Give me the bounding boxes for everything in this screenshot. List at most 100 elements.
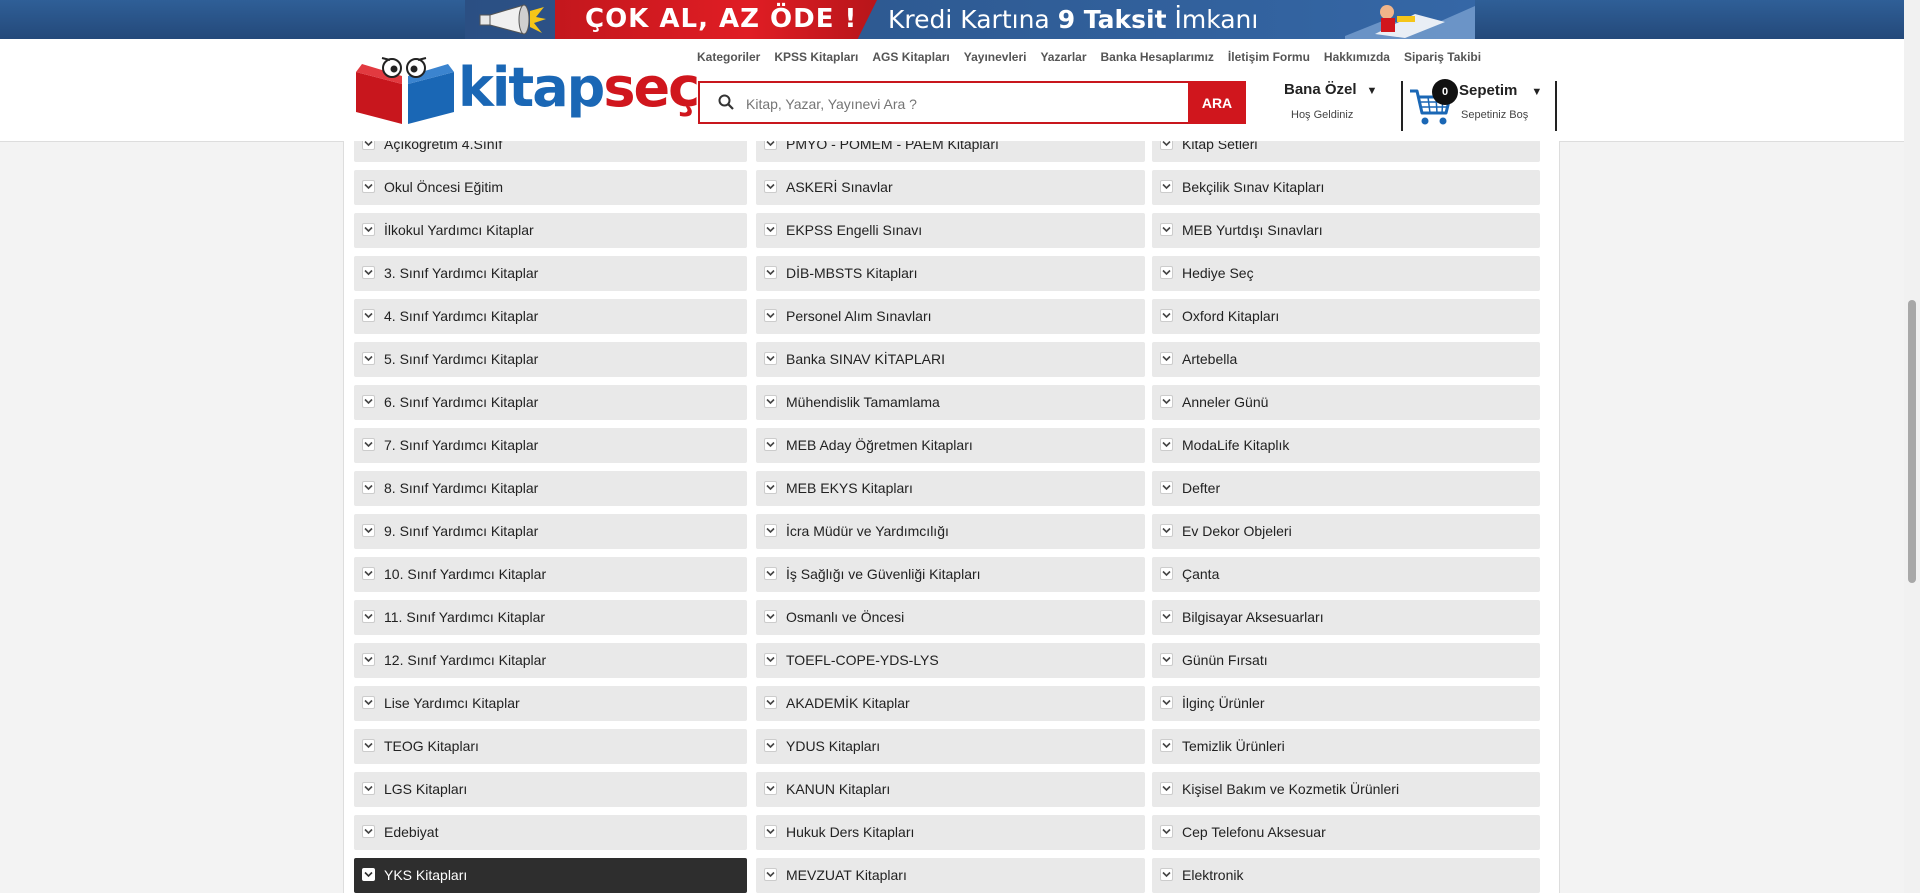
category-item[interactable]: 3. Sınıf Yardımcı Kitaplar: [354, 256, 747, 291]
category-item[interactable]: PMYO - POMEM - PAEM Kitapları: [756, 141, 1145, 162]
chevron-down-icon: [362, 868, 375, 881]
chevron-down-icon: [1160, 653, 1173, 666]
category-item[interactable]: Okul Öncesi Eğitim: [354, 170, 747, 205]
category-item[interactable]: Temizlik Ürünleri: [1152, 729, 1540, 764]
nav-iletisim[interactable]: İletişim Formu: [1228, 50, 1310, 64]
category-item[interactable]: Lise Yardımcı Kitaplar: [354, 686, 747, 721]
chevron-down-icon: [764, 180, 777, 193]
promo-banner[interactable]: ÇOK AL, AZ ÖDE ! Kredi Kartına 9 Taksit …: [0, 0, 1920, 39]
nav-hakkimizda[interactable]: Hakkımızda: [1324, 50, 1390, 64]
category-item[interactable]: MEB Aday Öğretmen Kitapları: [756, 428, 1145, 463]
category-item[interactable]: Hediye Seç: [1152, 256, 1540, 291]
chevron-down-icon: [764, 868, 777, 881]
category-label: Anneler Günü: [1182, 394, 1269, 410]
chevron-down-icon: [362, 266, 375, 279]
category-list: Açıköğretim 4.Sınıf Okul Öncesi Eğitim İlk…: [343, 141, 1560, 893]
site-logo[interactable]: kitapseç: [352, 54, 700, 126]
category-item[interactable]: KANUN Kitapları: [756, 772, 1145, 807]
category-item[interactable]: Oxford Kitapları: [1152, 299, 1540, 334]
page-scrollbar[interactable]: [1904, 0, 1920, 893]
category-item[interactable]: 12. Sınıf Yardımcı Kitaplar: [354, 643, 747, 678]
category-item[interactable]: EKPSS Engelli Sınavı: [756, 213, 1145, 248]
category-item[interactable]: 10. Sınıf Yardımcı Kitaplar: [354, 557, 747, 592]
category-label: MEB EKYS Kitapları: [786, 480, 913, 496]
book-logo-icon: [356, 57, 454, 124]
category-item[interactable]: AKADEMİK Kitaplar: [756, 686, 1145, 721]
category-item[interactable]: Kitap Setleri: [1152, 141, 1540, 162]
scrollbar-thumb[interactable]: [1908, 300, 1916, 583]
category-item[interactable]: 11. Sınıf Yardımcı Kitaplar: [354, 600, 747, 635]
category-item[interactable]: YDUS Kitapları: [756, 729, 1145, 764]
category-label: Elektronik: [1182, 867, 1244, 883]
category-item[interactable]: ModaLife Kitaplık: [1152, 428, 1540, 463]
category-item[interactable]: İlginç Ürünler: [1152, 686, 1540, 721]
category-item[interactable]: İlkokul Yardımcı Kitaplar: [354, 213, 747, 248]
category-item[interactable]: MEB EKYS Kitapları: [756, 471, 1145, 506]
category-label: LGS Kitapları: [384, 781, 468, 797]
category-item[interactable]: Açıköğretim 4.Sınıf: [354, 141, 747, 162]
chevron-down-icon: [1160, 309, 1173, 322]
category-label: İlkokul Yardımcı Kitaplar: [384, 222, 534, 238]
caret-down-icon: ▼: [1366, 85, 1378, 97]
nav-kategoriler[interactable]: Kategoriler: [697, 50, 760, 64]
category-item[interactable]: Edebiyat: [354, 815, 747, 850]
category-item[interactable]: 5. Sınıf Yardımcı Kitaplar: [354, 342, 747, 377]
chevron-down-icon: [362, 141, 375, 150]
category-item[interactable]: YKS Kitapları: [354, 858, 747, 893]
nav-kpss[interactable]: KPSS Kitapları: [774, 50, 858, 64]
chevron-down-icon: [1160, 352, 1173, 365]
category-item[interactable]: Banka SINAV KİTAPLARI: [756, 342, 1145, 377]
category-item[interactable]: Kişisel Bakım ve Kozmetik Ürünleri: [1152, 772, 1540, 807]
category-item[interactable]: DİB-MBSTS Kitapları: [756, 256, 1145, 291]
category-item[interactable]: Bekçilik Sınav Kitapları: [1152, 170, 1540, 205]
category-item[interactable]: Hukuk Ders Kitapları: [756, 815, 1145, 850]
category-item[interactable]: Cep Telefonu Aksesuar: [1152, 815, 1540, 850]
category-item[interactable]: TEOG Kitapları: [354, 729, 747, 764]
nav-yazarlar[interactable]: Yazarlar: [1040, 50, 1086, 64]
search-input[interactable]: [744, 83, 1188, 124]
nav-ags[interactable]: AGS Kitapları: [872, 50, 949, 64]
category-item[interactable]: Anneler Günü: [1152, 385, 1540, 420]
category-item[interactable]: Defter: [1152, 471, 1540, 506]
category-item[interactable]: Artebella: [1152, 342, 1540, 377]
category-item[interactable]: LGS Kitapları: [354, 772, 747, 807]
account-menu[interactable]: Bana Özel ▼ Hoş Geldiniz: [1284, 81, 1394, 121]
category-label: Bilgisayar Aksesuarları: [1182, 609, 1324, 625]
nav-banka-hesaplari[interactable]: Banka Hesaplarımız: [1101, 50, 1214, 64]
search-button[interactable]: ARA: [1188, 81, 1246, 124]
nav-yayinevleri[interactable]: Yayınevleri: [964, 50, 1027, 64]
category-item[interactable]: Bilgisayar Aksesuarları: [1152, 600, 1540, 635]
category-item[interactable]: Ev Dekor Objeleri: [1152, 514, 1540, 549]
category-label: MEB Aday Öğretmen Kitapları: [786, 437, 973, 453]
category-item[interactable]: 9. Sınıf Yardımcı Kitaplar: [354, 514, 747, 549]
nav-siparis-takibi[interactable]: Sipariş Takibi: [1404, 50, 1481, 64]
category-item[interactable]: 8. Sınıf Yardımcı Kitaplar: [354, 471, 747, 506]
chevron-down-icon: [764, 481, 777, 494]
chevron-down-icon: [362, 696, 375, 709]
megaphone-icon: [479, 4, 546, 35]
category-label: DİB-MBSTS Kitapları: [786, 265, 918, 281]
chevron-down-icon: [1160, 141, 1173, 150]
category-item[interactable]: İcra Müdür ve Yardımcılığı: [756, 514, 1145, 549]
category-label: Bekçilik Sınav Kitapları: [1182, 179, 1325, 195]
category-item[interactable]: TOEFL-COPE-YDS-LYS: [756, 643, 1145, 678]
category-item[interactable]: MEB Yurtdışı Sınavları: [1152, 213, 1540, 248]
category-item[interactable]: Mühendislik Tamamlama: [756, 385, 1145, 420]
account-subtitle: Hoş Geldiniz: [1291, 109, 1354, 121]
category-item[interactable]: 7. Sınıf Yardımcı Kitaplar: [354, 428, 747, 463]
category-item[interactable]: 6. Sınıf Yardımcı Kitaplar: [354, 385, 747, 420]
category-item[interactable]: Personel Alım Sınavları: [756, 299, 1145, 334]
category-item[interactable]: 4. Sınıf Yardımcı Kitaplar: [354, 299, 747, 334]
category-item[interactable]: İş Sağlığı ve Güvenliği Kitapları: [756, 557, 1145, 592]
chevron-down-icon: [1160, 825, 1173, 838]
category-item[interactable]: ASKERİ Sınavlar: [756, 170, 1145, 205]
category-item[interactable]: Osmanlı ve Öncesi: [756, 600, 1145, 635]
category-item[interactable]: MEVZUAT Kitapları: [756, 858, 1145, 893]
chevron-down-icon: [764, 782, 777, 795]
category-item[interactable]: Elektronik: [1152, 858, 1540, 893]
category-item[interactable]: Çanta: [1152, 557, 1540, 592]
category-label: Hukuk Ders Kitapları: [786, 824, 915, 840]
category-label: MEB Yurtdışı Sınavları: [1182, 222, 1323, 238]
category-item[interactable]: Günün Fırsatı: [1152, 643, 1540, 678]
cart-widget[interactable]: 0 Sepetim ▼ Sepetiniz Boş: [1408, 79, 1558, 134]
